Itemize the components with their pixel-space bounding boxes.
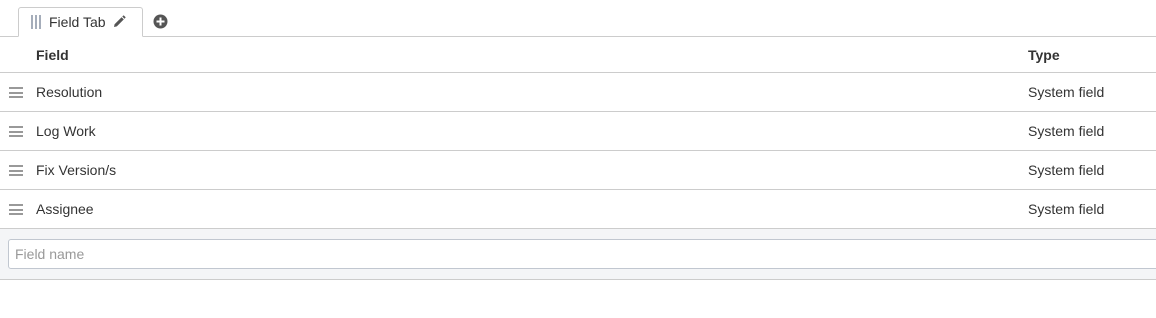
- field-type-cell: System field: [1028, 84, 1105, 100]
- tab-bar: Field Tab: [0, 0, 1156, 37]
- tab-label: Field Tab: [49, 14, 106, 30]
- plus-circle-icon: [153, 14, 168, 29]
- table-header: Field Type: [0, 37, 1156, 73]
- table-row: Resolution System field: [0, 73, 1156, 112]
- field-name-cell: Resolution: [36, 84, 103, 100]
- table-row: Fix Version/s System field: [0, 151, 1156, 190]
- field-type-cell: System field: [1028, 162, 1105, 178]
- table-row: Assignee System field: [0, 190, 1156, 229]
- drag-handle-icon[interactable]: [9, 87, 23, 98]
- field-name-cell: Fix Version/s: [36, 162, 117, 178]
- column-header-type: Type: [1028, 46, 1060, 63]
- column-header-field: Field: [36, 46, 69, 63]
- table-row: Log Work System field: [0, 112, 1156, 151]
- drag-handle-icon[interactable]: [9, 204, 23, 215]
- grip-icon[interactable]: [31, 15, 41, 29]
- drag-handle-icon[interactable]: [9, 126, 23, 137]
- add-tab-button[interactable]: [153, 14, 168, 29]
- fields-table: Field Type Resolution System field Log W…: [0, 37, 1156, 229]
- field-type-cell: System field: [1028, 201, 1105, 217]
- field-name-cell: Assignee: [36, 201, 94, 217]
- pencil-icon[interactable]: [112, 15, 126, 29]
- field-name-input[interactable]: [8, 239, 1156, 269]
- field-name-cell: Log Work: [36, 123, 96, 139]
- add-field-row: [0, 229, 1156, 280]
- tab-field-tab[interactable]: Field Tab: [18, 7, 143, 37]
- field-type-cell: System field: [1028, 123, 1105, 139]
- drag-handle-icon[interactable]: [9, 165, 23, 176]
